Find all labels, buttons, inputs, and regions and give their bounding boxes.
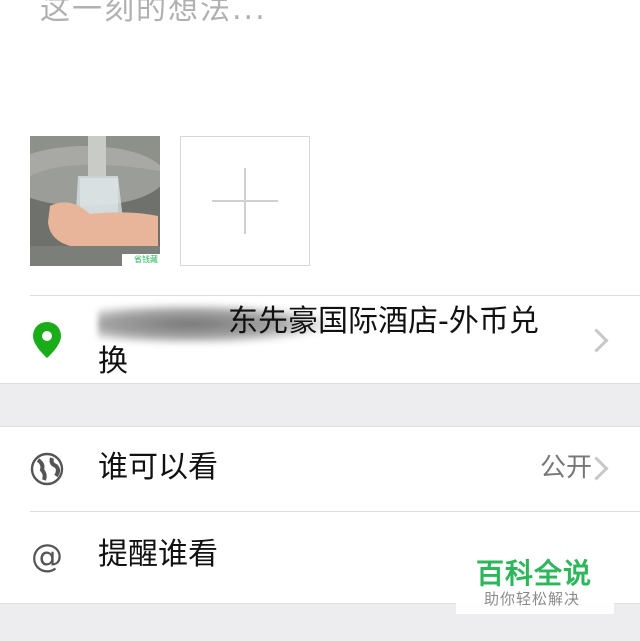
- watermark-subtitle: 助你轻松解决: [484, 590, 581, 608]
- location-label: 东先豪国际酒店-外币兑换: [98, 304, 539, 379]
- who-can-see-row[interactable]: 谁可以看 公开: [0, 426, 640, 512]
- location-pin-icon: [30, 320, 64, 364]
- section-gap: [0, 383, 640, 427]
- svg-text:@: @: [31, 539, 63, 573]
- globe-icon: [30, 452, 64, 490]
- photo-thumbnail[interactable]: 省钱藏: [30, 136, 160, 266]
- photo-image: [30, 136, 160, 266]
- at-icon: @: [30, 537, 64, 577]
- location-row[interactable]: 东先豪国际酒店-外币兑换: [0, 296, 640, 382]
- add-photo-button[interactable]: [180, 136, 310, 266]
- watermark: 百科全说 助你轻松解决: [456, 546, 614, 614]
- remind-label: 提醒谁看: [98, 537, 218, 572]
- divider: [30, 511, 640, 512]
- who-can-see-label: 谁可以看: [98, 450, 218, 485]
- chevron-right-icon: [584, 328, 609, 353]
- compose-text-partial[interactable]: 这一刻的想法...: [40, 0, 267, 28]
- watermark-title: 百科全说: [476, 557, 593, 590]
- photo-caption: 省钱藏: [134, 255, 158, 264]
